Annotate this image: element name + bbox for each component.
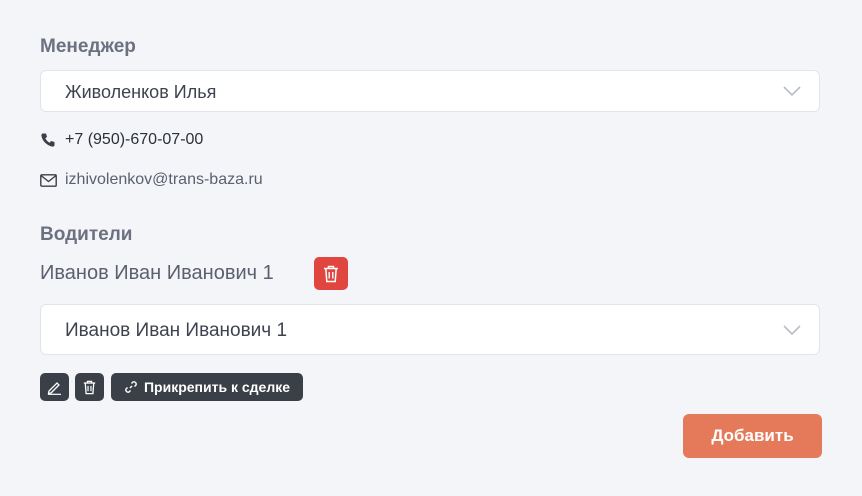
delete-driver-button[interactable] [75, 373, 104, 401]
attach-to-deal-button[interactable]: Прикрепить к сделке [111, 373, 303, 401]
mail-icon [40, 172, 58, 188]
remove-driver-button[interactable] [314, 257, 348, 290]
manager-email-text: izhivolenkov@trans-baza.ru [65, 171, 263, 188]
attach-to-deal-label: Прикрепить к сделке [143, 379, 291, 395]
manager-phone-text: +7 (950)-670-07-00 [65, 131, 204, 148]
manager-select-value: Живоленков Илья [65, 82, 217, 102]
link-icon [125, 381, 137, 393]
chevron-down-icon [783, 86, 801, 97]
manager-section-title: Менеджер [40, 36, 136, 57]
driver-select-value: Иванов Иван Иванович 1 [65, 320, 288, 341]
current-driver-name: Иванов Иван Иванович 1 [40, 262, 274, 284]
manager-phone: +7 (950)-670-07-00 [40, 131, 203, 149]
phone-icon [40, 132, 58, 148]
trash-icon [324, 265, 338, 282]
trash-icon [83, 380, 96, 394]
driver-select[interactable]: Иванов Иван Иванович 1 [40, 304, 820, 355]
drivers-section-title: Водители [40, 224, 133, 245]
edit-driver-button[interactable] [40, 373, 69, 401]
add-button[interactable]: Добавить [683, 414, 822, 458]
manager-select[interactable]: Живоленков Илья [40, 70, 820, 112]
manager-email[interactable]: izhivolenkov@trans-baza.ru [40, 171, 263, 189]
chevron-down-icon [783, 325, 801, 336]
pencil-icon [47, 381, 61, 395]
